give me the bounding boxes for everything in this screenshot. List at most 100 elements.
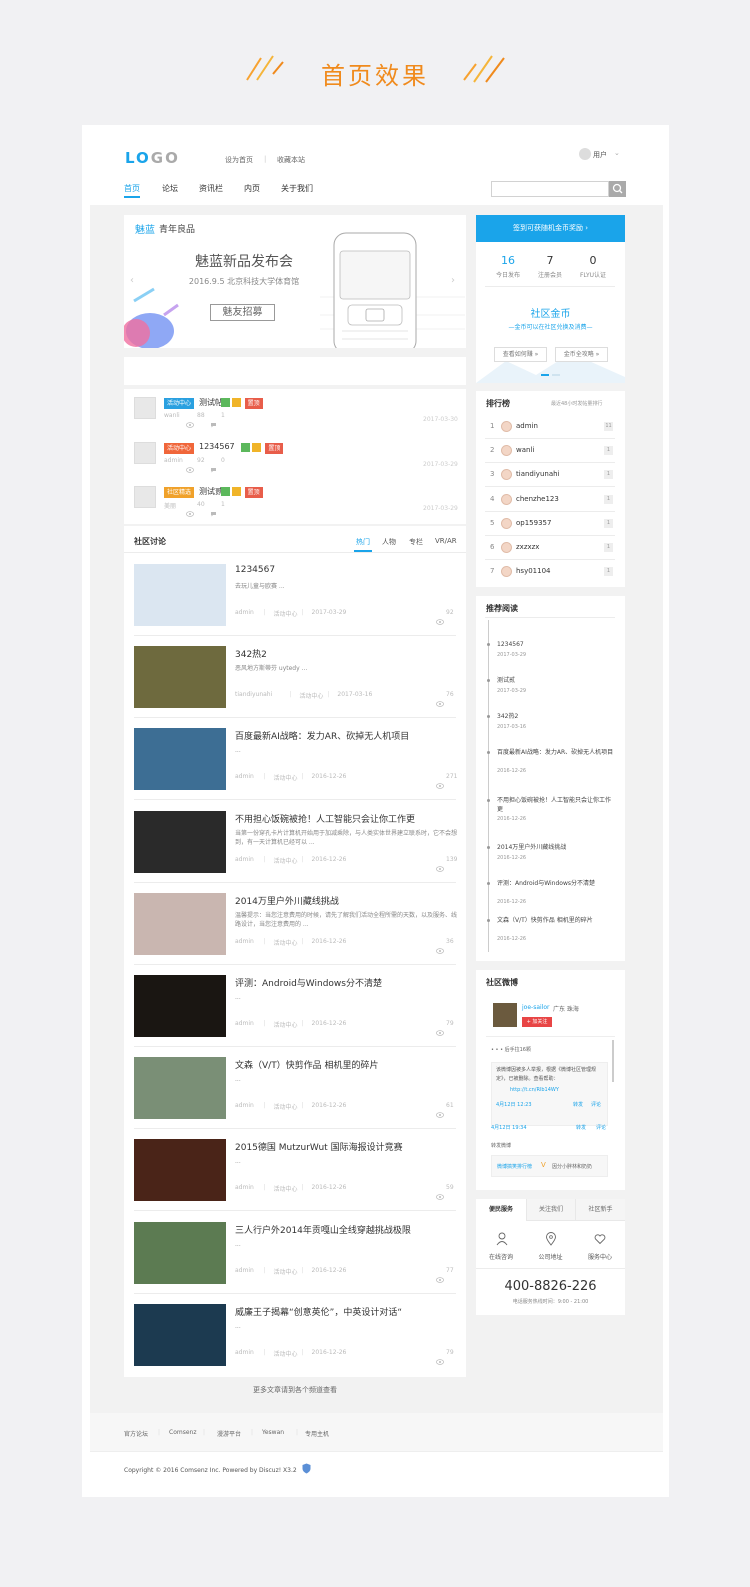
article-category[interactable]: 活动中心 xyxy=(299,691,323,700)
rank-avatar[interactable] xyxy=(501,421,512,432)
rank-avatar[interactable] xyxy=(501,542,512,553)
featured-avatar[interactable] xyxy=(134,397,156,419)
weibo-quote-date[interactable]: 4月12日 12:23 xyxy=(496,1101,532,1108)
banner-next-icon[interactable]: › xyxy=(451,275,455,286)
more-articles-link[interactable]: 更多文章请到各个频道查看 xyxy=(0,1385,590,1395)
coin-earn-button[interactable]: 查看如何赚 » xyxy=(494,347,547,362)
heart-icon[interactable] xyxy=(594,1233,606,1245)
nav-about[interactable]: 关于我们 xyxy=(281,183,313,194)
article-thumbnail[interactable] xyxy=(134,1139,226,1202)
chevron-down-icon[interactable]: ⌄ xyxy=(614,149,620,157)
article-category[interactable]: 活动中心 xyxy=(274,938,298,947)
article-title[interactable]: 2014万里户外川藏线挑战 xyxy=(235,894,339,907)
weibo-post-date[interactable]: 4月12日 19:34 xyxy=(491,1124,527,1131)
tab-column[interactable]: 专栏 xyxy=(409,537,423,547)
footer-link[interactable]: Comsenz xyxy=(169,1429,196,1436)
search-input[interactable] xyxy=(491,181,609,197)
featured-avatar[interactable] xyxy=(134,486,156,508)
featured-author[interactable]: admin xyxy=(164,457,183,464)
article-author[interactable]: admin xyxy=(235,938,254,945)
weibo-post-repost[interactable]: 转发 xyxy=(576,1124,586,1131)
article-title[interactable]: 342热2 xyxy=(235,647,267,660)
article-author[interactable]: admin xyxy=(235,609,254,616)
weibo-quote-repost[interactable]: 转发 xyxy=(573,1101,583,1108)
user-avatar[interactable] xyxy=(579,148,591,160)
reading-item-title[interactable]: 1234567 xyxy=(497,640,615,649)
footer-link[interactable]: 官方论坛 xyxy=(124,1429,148,1438)
article-title[interactable]: 2015德国 MutzurWut 国际海报设计竞赛 xyxy=(235,1140,403,1153)
weibo-post-comment[interactable]: 评论 xyxy=(596,1124,606,1131)
article-category[interactable]: 活动中心 xyxy=(274,1267,298,1276)
coin-slide-dot[interactable] xyxy=(552,374,560,376)
featured-author[interactable]: 美丽 xyxy=(164,501,176,510)
article-author[interactable]: admin xyxy=(235,1349,254,1356)
article-title[interactable]: 不用担心饭碗被抢！人工智能只会让你工作更 xyxy=(235,812,415,825)
weibo-quote-link[interactable]: http://t.cn/Rlb14WY xyxy=(510,1087,559,1093)
coin-guide-button[interactable]: 金币全攻略 » xyxy=(555,347,608,362)
rank-username[interactable]: admin xyxy=(516,422,538,430)
footer-link[interactable]: 专用主机 xyxy=(305,1429,329,1438)
site-logo[interactable]: LOGO xyxy=(125,149,180,167)
article-author[interactable]: admin xyxy=(235,1184,254,1191)
article-author[interactable]: admin xyxy=(235,773,254,780)
rank-username[interactable]: op159357 xyxy=(516,519,551,527)
article-thumbnail[interactable] xyxy=(134,892,226,955)
search-button[interactable] xyxy=(609,181,626,197)
reading-item-title[interactable]: 文森（V/T）快剪作品 相机里的碎片 xyxy=(497,916,615,925)
featured-title[interactable]: 测试贰 xyxy=(199,486,223,497)
weibo-username[interactable]: joe-sailor xyxy=(522,1004,549,1011)
article-title[interactable]: 三人行户外2014年贡嘎山全线穿越挑战极限 xyxy=(235,1223,411,1236)
user-menu[interactable]: 用户 xyxy=(593,150,607,160)
article-category[interactable]: 活动中心 xyxy=(274,1020,298,1029)
article-category[interactable]: 活动中心 xyxy=(274,1184,298,1193)
service-tab-follow[interactable]: 关注我们 xyxy=(526,1199,575,1221)
featured-title[interactable]: 1234567 xyxy=(199,442,235,451)
article-thumbnail[interactable] xyxy=(134,810,226,873)
service-address-label[interactable]: 公司地址 xyxy=(526,1252,575,1261)
article-thumbnail[interactable] xyxy=(134,1303,226,1366)
tab-people[interactable]: 人物 xyxy=(382,537,396,547)
article-author[interactable]: tiandiyunahi xyxy=(235,691,272,698)
bookmark-link[interactable]: 收藏本站 xyxy=(277,155,305,165)
nav-inner[interactable]: 内页 xyxy=(244,183,260,194)
banner-carousel[interactable]: 魅蓝 青年良品 魅蓝新品发布会 2016.9.5 北京科技大学体育馆 魅友招募 … xyxy=(124,215,466,348)
service-tab-newbie[interactable]: 社区新手 xyxy=(575,1199,625,1221)
consult-icon[interactable] xyxy=(496,1232,508,1246)
tab-vrar[interactable]: VR/AR xyxy=(435,537,457,545)
footer-link[interactable]: 漫游平台 xyxy=(217,1429,241,1438)
rank-username[interactable]: hsy01104 xyxy=(516,567,551,575)
featured-tag[interactable]: 社区精选 xyxy=(164,487,195,498)
signin-button[interactable]: 签到可获随机金币奖励 › xyxy=(476,215,625,242)
article-category[interactable]: 活动中心 xyxy=(274,609,298,618)
rank-username[interactable]: chenzhe123 xyxy=(516,495,559,503)
article-author[interactable]: admin xyxy=(235,1267,254,1274)
rank-avatar[interactable] xyxy=(501,517,512,529)
article-author[interactable]: admin xyxy=(235,856,254,863)
weibo-avatar[interactable] xyxy=(493,1003,517,1027)
featured-avatar[interactable] xyxy=(134,441,156,464)
article-thumbnail[interactable] xyxy=(134,564,226,626)
banner-recruit-button[interactable]: 魅友招募 xyxy=(210,304,275,321)
nav-home[interactable]: 首页 xyxy=(124,183,140,194)
tab-hot[interactable]: 热门 xyxy=(356,537,370,547)
set-home-link[interactable]: 设为首页 xyxy=(225,155,253,165)
article-thumbnail[interactable] xyxy=(134,1221,226,1284)
article-title[interactable]: 文森（V/T）快剪作品 相机里的碎片 xyxy=(235,1058,379,1071)
service-center-label[interactable]: 服务中心 xyxy=(575,1252,625,1261)
reading-item-title[interactable]: 百度最新AI战略：发力AR、砍掉无人机项目 xyxy=(497,748,615,757)
rank-username[interactable]: tiandiyunahi xyxy=(516,470,560,478)
rank-username[interactable]: zxzxzx xyxy=(516,543,539,551)
nav-forum[interactable]: 论坛 xyxy=(162,183,178,194)
weibo-follow-button[interactable]: + 加关注 xyxy=(522,1017,552,1027)
reading-item-title[interactable]: 测试贰 xyxy=(497,676,615,685)
weibo-app-name[interactable]: 微博搞笑排行榜 xyxy=(497,1163,532,1170)
rank-username[interactable]: wanli xyxy=(516,446,534,454)
reading-item-title[interactable]: 不用担心饭碗被抢！人工智能只会让你工作更 xyxy=(497,796,615,814)
article-thumbnail[interactable] xyxy=(134,975,226,1037)
banner-prev-icon[interactable]: ‹ xyxy=(130,275,134,286)
reading-item-title[interactable]: 评测：Android与Windows分不清楚 xyxy=(497,879,615,888)
service-tab-convenience[interactable]: 便民服务 xyxy=(476,1199,526,1221)
service-consult-label[interactable]: 在线咨询 xyxy=(476,1252,526,1261)
article-category[interactable]: 活动中心 xyxy=(274,1102,298,1111)
weibo-quote-comment[interactable]: 评论 xyxy=(591,1101,601,1108)
